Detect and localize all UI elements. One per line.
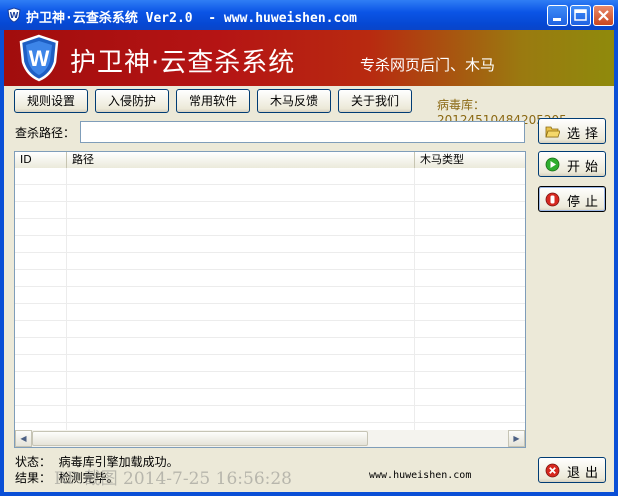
about-us-button[interactable]: 关于我们: [338, 89, 412, 113]
exit-icon: [545, 463, 560, 478]
column-trojan-type[interactable]: 木马类型: [415, 152, 525, 168]
shield-app-icon: W: [7, 7, 21, 23]
screenshot-watermark: RP 截图 2014-7-25 16:56:28: [54, 469, 292, 489]
folder-open-icon: [545, 126, 560, 138]
window-title: 护卫神·云查杀系统 Ver2.0 - www.huweishen.com: [26, 11, 357, 26]
column-divider: [66, 168, 67, 430]
svg-text:W: W: [29, 46, 50, 71]
select-button[interactable]: 选择: [538, 118, 606, 144]
shield-logo-icon: W: [19, 34, 59, 82]
select-button-label: 选择: [567, 127, 604, 142]
client-area: W 护卫神·云查杀系统 专杀网页后门、木马 规则设置 入侵防护 常用软件 木马反…: [4, 30, 614, 492]
stop-icon: [545, 192, 560, 207]
scroll-right-button[interactable]: ▶: [508, 430, 525, 447]
website-link[interactable]: www.huweishen.com: [369, 470, 471, 481]
scroll-thumb[interactable]: [32, 431, 368, 446]
stop-button[interactable]: 停止: [538, 186, 606, 212]
close-icon: [598, 10, 609, 21]
exit-button[interactable]: 退出: [538, 457, 606, 483]
maximize-button[interactable]: [570, 5, 591, 26]
maximize-icon: [574, 9, 587, 21]
start-button[interactable]: 开始: [538, 151, 606, 177]
scroll-left-button[interactable]: ◀: [15, 430, 32, 447]
minimize-button[interactable]: [547, 5, 568, 26]
column-path[interactable]: 路径: [67, 152, 415, 168]
trojan-feedback-button[interactable]: 木马反馈: [257, 89, 331, 113]
minimize-icon: [553, 18, 561, 21]
svg-text:W: W: [10, 11, 19, 20]
scan-path-input[interactable]: [80, 121, 525, 143]
results-table[interactable]: ID 路径 木马类型 ◀ ▶: [14, 151, 526, 448]
intrusion-protection-button[interactable]: 入侵防护: [95, 89, 169, 113]
close-button[interactable]: [593, 5, 614, 26]
horizontal-scrollbar[interactable]: ◀ ▶: [15, 430, 525, 447]
rule-settings-button[interactable]: 规则设置: [14, 89, 88, 113]
exit-button-label: 退出: [567, 466, 604, 481]
common-software-button[interactable]: 常用软件: [176, 89, 250, 113]
banner-title: 护卫神·云查杀系统: [70, 48, 296, 78]
scan-path-label: 查杀路径：: [15, 126, 76, 140]
stop-button-label: 停止: [567, 195, 604, 210]
table-header: ID 路径 木马类型: [15, 152, 525, 169]
banner: W 护卫神·云查杀系统 专杀网页后门、木马: [4, 30, 614, 86]
table-rows: [15, 168, 525, 430]
title-bar[interactable]: W 护卫神·云查杀系统 Ver2.0 - www.huweishen.com: [0, 0, 618, 30]
app-window: W 护卫神·云查杀系统 Ver2.0 - www.huweishen.com W…: [0, 0, 618, 496]
column-divider: [414, 168, 415, 430]
banner-subtitle: 专杀网页后门、木马: [360, 56, 496, 74]
start-button-label: 开始: [567, 160, 604, 175]
start-play-icon: [545, 157, 560, 172]
column-id[interactable]: ID: [15, 152, 67, 168]
